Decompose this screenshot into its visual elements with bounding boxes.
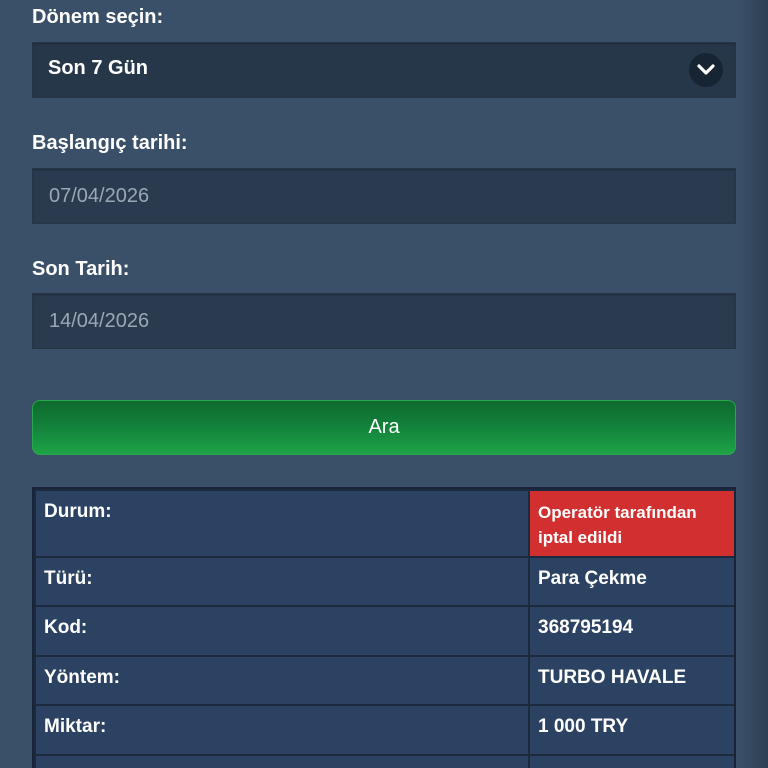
amount-label: Miktar: bbox=[36, 706, 528, 754]
table-row-amount: Miktar: 1 000 TRY bbox=[36, 706, 734, 754]
start-date-input[interactable] bbox=[33, 169, 735, 223]
code-value: 368795194 bbox=[530, 607, 734, 655]
table-row-code: Kod: 368795194 bbox=[36, 607, 734, 655]
end-date-field[interactable] bbox=[32, 293, 736, 349]
table-row-status: Durum: Operatör tarafından iptal edildi bbox=[36, 491, 734, 556]
page-edge-shadow bbox=[738, 0, 768, 768]
method-label: Yöntem: bbox=[36, 657, 528, 704]
partial-row-value bbox=[530, 756, 734, 768]
period-selected-value: Son 7 Gün bbox=[48, 57, 148, 79]
period-select[interactable]: Son 7 Gün bbox=[32, 42, 736, 98]
code-label: Kod: bbox=[36, 607, 528, 655]
end-date-label: Son Tarih: bbox=[32, 258, 130, 280]
amount-value: 1 000 TRY bbox=[530, 706, 734, 754]
start-date-label: Başlangıç tarihi: bbox=[32, 132, 188, 154]
type-value: Para Çekme bbox=[530, 558, 734, 605]
table-row-type: Türü: Para Çekme bbox=[36, 558, 734, 605]
search-button[interactable]: Ara bbox=[32, 400, 736, 455]
method-value: TURBO HAVALE bbox=[530, 657, 734, 704]
status-badge: Operatör tarafından iptal edildi bbox=[530, 491, 734, 556]
end-date-input[interactable] bbox=[33, 294, 735, 348]
table-row-partial bbox=[36, 756, 734, 768]
type-label: Türü: bbox=[36, 558, 528, 605]
status-label: Durum: bbox=[36, 491, 528, 556]
table-row-method: Yöntem: TURBO HAVALE bbox=[36, 657, 734, 704]
period-label: Dönem seçin: bbox=[32, 6, 164, 28]
start-date-field[interactable] bbox=[32, 168, 736, 224]
transaction-details-table: Durum: Operatör tarafından iptal edildi … bbox=[32, 487, 736, 768]
partial-row-label bbox=[36, 756, 528, 768]
chevron-down-icon[interactable] bbox=[689, 53, 723, 87]
